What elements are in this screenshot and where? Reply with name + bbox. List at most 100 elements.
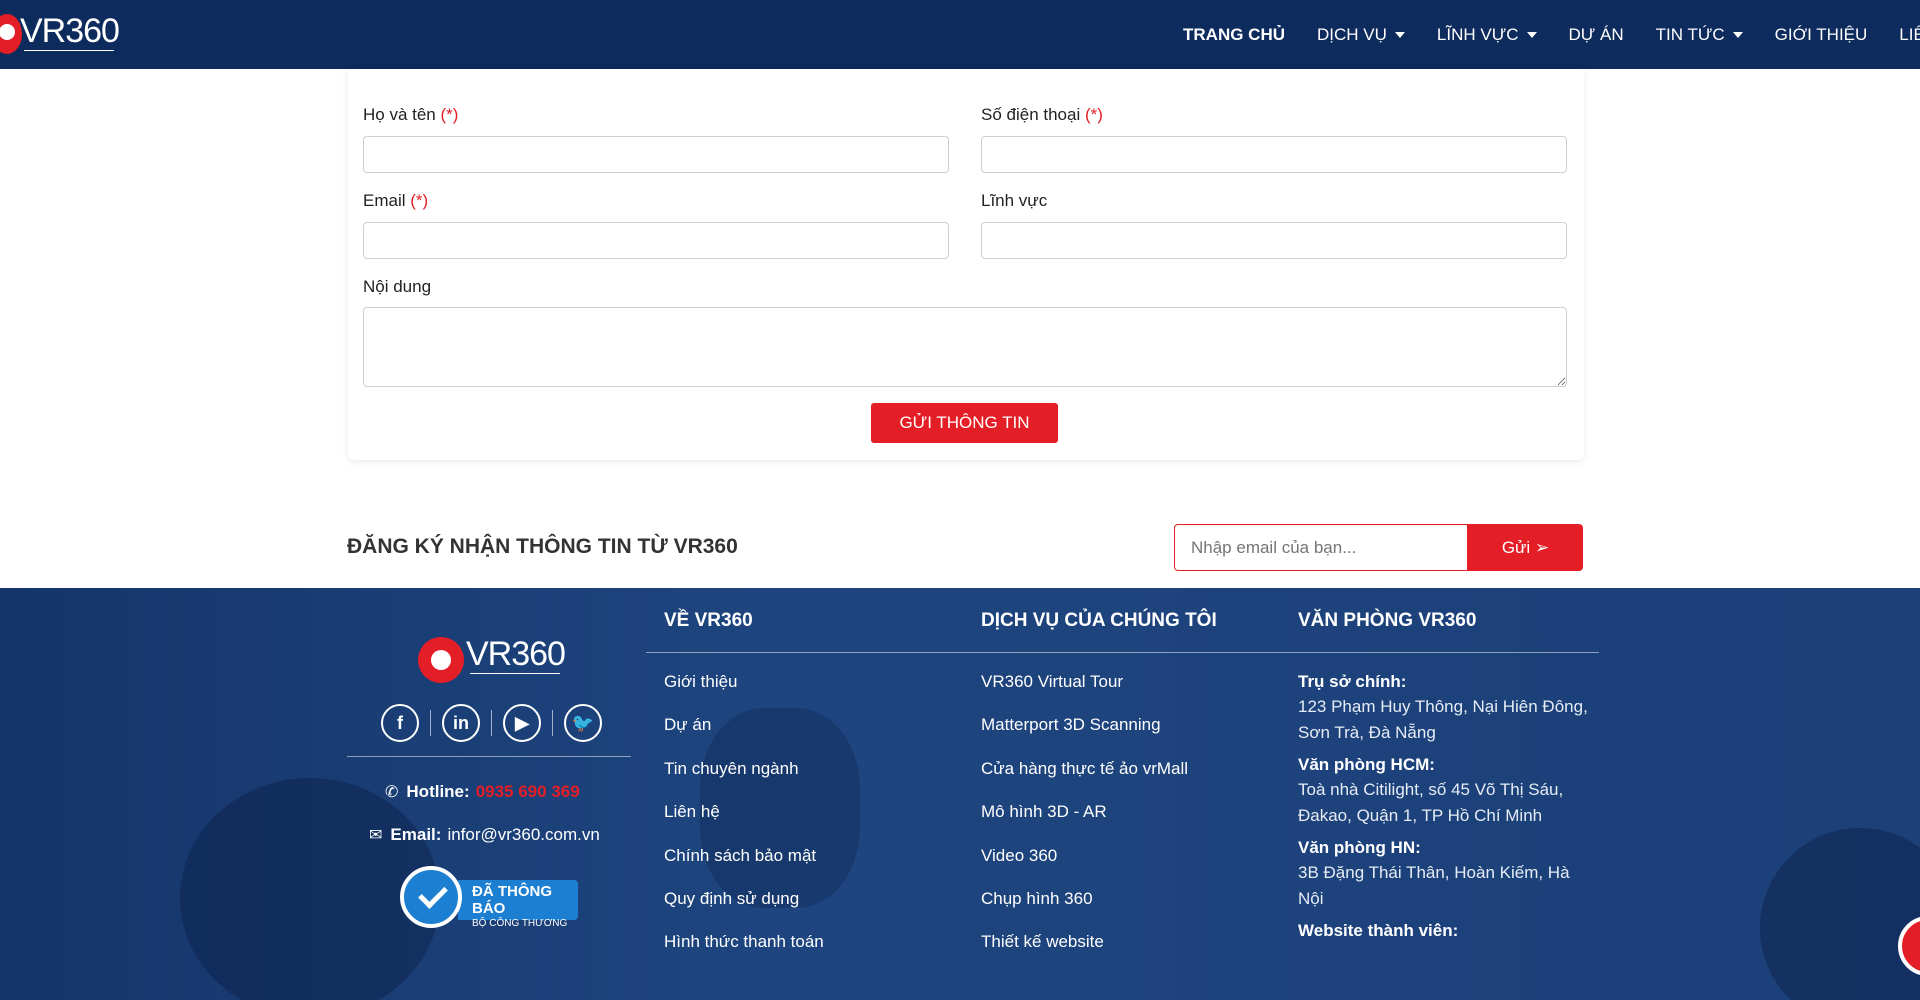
newsletter-title: ĐĂNG KÝ NHẬN THÔNG TIN TỪ VR360 [347,535,738,558]
logo-tagline-line [24,50,114,54]
office-address: Toà nhà Citilight, số 45 Võ Thị Sáu, Đak… [1298,780,1564,825]
office-head: Website thành viên: [1298,921,1459,940]
nav-label: DỰ ÁN [1568,24,1624,44]
office-head: Trụ sở chính: [1298,672,1407,691]
content-label: Nội dung [363,277,432,296]
nav-item-services[interactable]: DỊCH VỤ [1317,25,1405,45]
social-separator [430,710,431,736]
hotline-number[interactable]: 0935 690 369 [476,782,580,802]
content-textarea[interactable] [363,307,1567,387]
footer-link-vrmall[interactable]: Cửa hàng thực tế ảo vrMall [981,757,1188,800]
logo-tagline-line [470,673,560,677]
facebook-icon[interactable]: f [381,704,419,742]
caret-down-icon [1394,31,1405,38]
offices-column-title: VĂN PHÒNG VR360 [1298,610,1477,631]
nav-item-projects[interactable]: DỰ ÁN [1569,25,1624,45]
footer-divider [347,756,631,757]
nav-item-home[interactable]: TRANG CHỦ [1183,25,1285,45]
name-field[interactable] [363,136,949,173]
office-address: 3B Đặng Thái Thân, Hoàn Kiếm, Hà Nội [1298,863,1570,908]
office-block: Trụ sở chính: 123 Phạm Huy Thông, Nại Hi… [1298,670,1598,746]
footer-link-privacy[interactable]: Chính sách bảo mật [664,844,824,887]
footer-link-video-360[interactable]: Video 360 [981,844,1188,887]
footer-link-3d-ar[interactable]: Mô hình 3D - AR [981,800,1188,843]
nav-item-contact[interactable]: LIÊN [1899,25,1920,45]
logo-mark-icon [418,637,464,683]
footer-link-payment[interactable]: Hình thức thanh toán [664,930,824,973]
nav-label: LIÊN [1899,24,1920,44]
social-links: f in ▶ 🐦 [381,704,602,742]
twitter-icon[interactable]: 🐦 [564,704,602,742]
badge-circle [400,866,462,928]
site-logo[interactable]: VR360 [0,6,132,62]
social-separator [491,710,492,736]
phone-icon: ✆ [385,784,399,801]
nav-item-about[interactable]: GIỚI THIỆU [1775,25,1868,45]
office-list: Trụ sở chính: 123 Phạm Huy Thông, Nại Hi… [1298,670,1598,950]
footer-link-projects[interactable]: Dự án [664,713,824,756]
email-label: Email: [390,825,442,844]
footer-divider [646,652,1599,653]
office-block: Văn phòng HN: 3B Đặng Thái Thân, Hoàn Ki… [1298,836,1598,912]
badge-label: ĐÃ THÔNG BÁO BỘ CÔNG THƯƠNG [458,880,578,929]
required-mark: (*) [1084,105,1103,124]
footer-logo-text: VR360 [466,635,566,673]
footer-link-web-design[interactable]: Thiết kế website [981,930,1188,973]
footer-link-terms[interactable]: Quy định sử dụng [664,887,824,930]
main-nav: TRANG CHỦ DỊCH VỤ LĨNH VỰC DỰ ÁN TIN TỨC… [1183,0,1920,69]
office-head: Văn phòng HCM: [1298,755,1435,774]
nav-item-fields[interactable]: LĨNH VỰC [1437,25,1537,45]
email-field[interactable] [363,222,949,259]
field-select[interactable] [981,222,1567,259]
newsletter-bar: ĐĂNG KÝ NHẬN THÔNG TIN TỪ VR360 Gửi ➢ [0,508,1920,588]
check-icon [418,879,448,909]
office-block: Văn phòng HCM: Toà nhà Citilight, số 45 … [1298,753,1598,829]
required-mark: (*) [410,191,429,210]
footer-link-photo-360[interactable]: Chụp hình 360 [981,887,1188,930]
hotline-label: Hotline: [406,782,470,801]
footer-link-contact[interactable]: Liên hệ [664,800,824,843]
social-separator [552,710,553,736]
about-links: Giới thiệu Dự án Tin chuyên ngành Liên h… [664,670,824,974]
office-head: Văn phòng HN: [1298,838,1421,857]
caret-down-icon [1526,31,1537,38]
newsletter-email-input[interactable] [1174,524,1468,571]
nav-label: TIN TỨC [1655,24,1725,44]
services-column-title: DỊCH VỤ CỦA CHÚNG TÔI [981,610,1217,631]
office-block: Website thành viên: [1298,919,1598,943]
footer-link-about[interactable]: Giới thiệu [664,670,824,713]
hotline-line: ✆ Hotline: 0935 690 369 [385,782,580,802]
newsletter-submit-button[interactable]: Gửi ➢ [1468,524,1583,571]
logo-mark-icon [0,14,22,54]
footer-logo[interactable]: VR360 [418,633,568,685]
services-links: VR360 Virtual Tour Matterport 3D Scannin… [981,670,1188,974]
badge-line1: ĐÃ THÔNG BÁO [472,883,552,917]
badge-line2: BỘ CÔNG THƯƠNG [472,918,568,929]
footer-link-industry-news[interactable]: Tin chuyên ngành [664,757,824,800]
nav-label: GIỚI THIỆU [1774,24,1868,44]
field-label: Lĩnh vực [981,191,1048,210]
footer-link-matterport[interactable]: Matterport 3D Scanning [981,713,1188,756]
footer-link-virtual-tour[interactable]: VR360 Virtual Tour [981,670,1188,713]
youtube-icon[interactable]: ▶ [503,704,541,742]
newsletter-button-label: Gửi [1501,537,1531,557]
site-header: VR360 TRANG CHỦ DỊCH VỤ LĨNH VỰC DỰ ÁN T… [0,0,1920,69]
email-label: Email (*) [363,191,429,210]
logo-text: VR360 [20,12,120,50]
office-address: 123 Phạm Huy Thông, Nại Hiên Đông, Sơn T… [1298,697,1588,742]
nav-label: LĨNH VỰC [1436,24,1519,44]
phone-field[interactable] [981,136,1567,173]
caret-down-icon [1732,31,1743,38]
nav-item-news[interactable]: TIN TỨC [1656,25,1743,45]
submit-button[interactable]: GỬI THÔNG TIN [871,403,1058,443]
nav-label: DỊCH VỤ [1317,24,1387,44]
linkedin-icon[interactable]: in [442,704,480,742]
email-line: ✉ Email: infor@vr360.com.vn [369,825,600,845]
nav-label: TRANG CHỦ [1183,24,1285,44]
about-column-title: VỀ VR360 [664,610,753,631]
envelope-icon: ✉ [369,827,383,844]
email-address[interactable]: infor@vr360.com.vn [447,825,599,845]
bct-registered-badge[interactable]: ĐÃ THÔNG BÁO BỘ CÔNG THƯƠNG [400,866,578,929]
paper-plane-icon: ➢ [1534,537,1550,557]
phone-label: Số điện thoại (*) [981,105,1103,124]
